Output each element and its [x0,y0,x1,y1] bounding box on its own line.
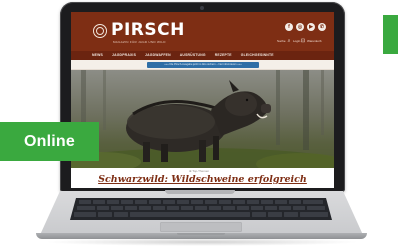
keyboard [70,198,332,220]
laptop-screen: PIRSCH MAGAZIN FÜR JAGD UND WILD f ◎ ▶ ✆… [71,12,334,188]
search-link[interactable]: Suche [277,39,286,44]
main-navigation: NEWS JAGDPRAXIS JAGDWAFFEN AUSRÜSTUNG RE… [71,51,334,60]
wild-boar-illustration [71,70,334,168]
logo-emblem-icon[interactable] [93,24,107,38]
site-header: PIRSCH MAGAZIN FÜR JAGD UND WILD f ◎ ▶ ✆… [71,12,334,51]
site-logo[interactable]: PIRSCH [111,21,185,39]
cart-icon[interactable]: ⊡ [300,38,306,44]
laptop-shadow [44,238,360,246]
youtube-icon[interactable]: ▶ [307,23,315,31]
facebook-icon[interactable]: f [285,23,293,31]
nav-item-ausruestung[interactable]: AUSRÜSTUNG [180,51,206,60]
promo-banner[interactable]: +++ Die Pirsch-Ausgabe jetzt im Abo sich… [147,62,259,68]
nav-item-rezepte[interactable]: REZEPTE [215,51,232,60]
online-badge: Online [0,122,99,161]
hero-image[interactable] [71,70,334,168]
nav-item-gleichgesinnte[interactable]: GLEICHGESINNTE [241,51,274,60]
green-label-tab [383,15,398,54]
promo-strip: +++ Die Pirsch-Ausgabe jetzt im Abo sich… [71,60,334,70]
laptop-lid: PIRSCH MAGAZIN FÜR JAGD UND WILD f ◎ ▶ ✆… [60,2,345,192]
laptop-hinge [165,190,235,194]
whatsapp-icon[interactable]: ✆ [318,23,326,31]
trackpad [160,222,242,232]
instagram-icon[interactable]: ◎ [296,23,304,31]
search-icon[interactable]: ⌕ [286,38,292,44]
site-tagline: MAGAZIN FÜR JAGD UND WILD [113,40,166,44]
article-teaser[interactable]: ⊕ Top-Themen Schwarzwild: Wildschweine e… [71,168,334,188]
nav-item-jagdwaffen[interactable]: JAGDWAFFEN [145,51,171,60]
camera-dot [200,6,204,10]
nav-item-jagdpraxis[interactable]: JAGDPRAXIS [112,51,136,60]
nav-item-news[interactable]: NEWS [92,51,103,60]
laptop-notch [177,233,225,235]
promo-text: +++ Die Pirsch-Ausgabe jetzt im Abo sich… [164,63,242,66]
keyboard-keys [74,200,328,217]
article-headline[interactable]: Schwarzwild: Wildschweine erfolgreich [71,174,334,186]
cart-link[interactable]: Warenkorb [307,39,322,44]
